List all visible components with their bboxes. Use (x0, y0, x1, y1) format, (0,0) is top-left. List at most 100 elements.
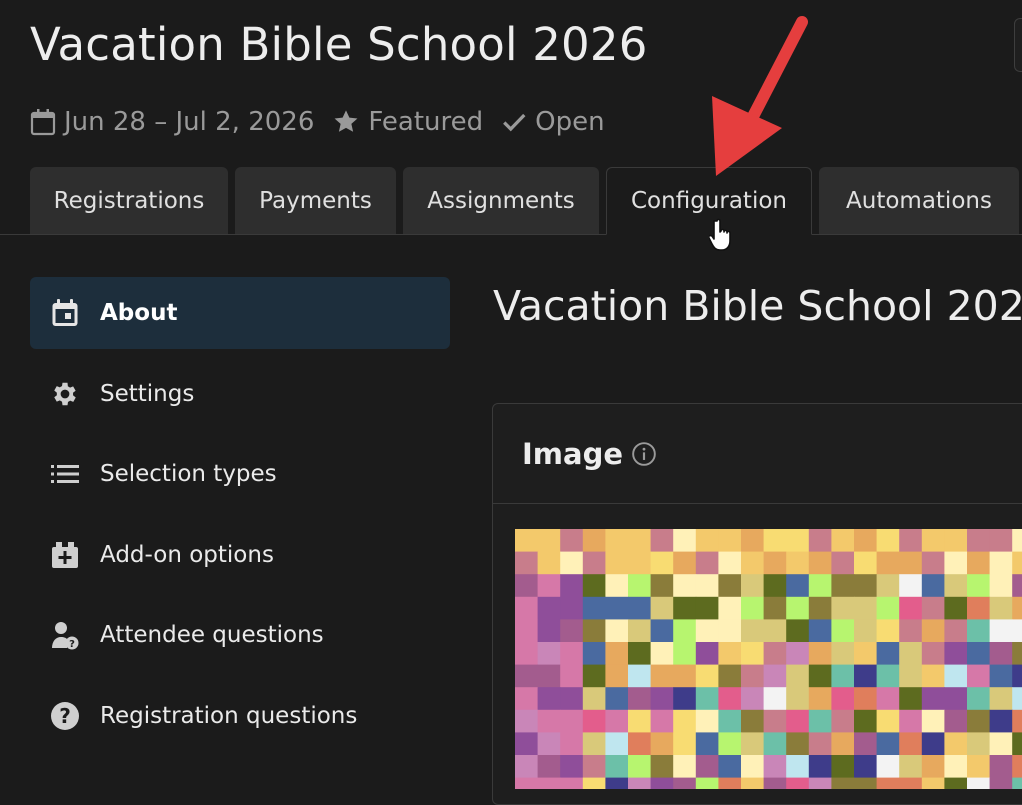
image-pixel (650, 709, 674, 733)
image-pixel (967, 596, 991, 620)
list-icon (50, 459, 80, 489)
image-pixel (786, 619, 810, 643)
image-pixel (628, 687, 652, 711)
image-pixel (876, 596, 900, 620)
image-pixel (673, 755, 697, 779)
image-pixel (967, 551, 991, 575)
image-pixel (944, 755, 968, 779)
sidebar-item-about[interactable]: About (30, 277, 450, 349)
image-pixel (899, 574, 923, 598)
image-pixel (605, 642, 629, 666)
event-title: Vacation Bible School 2026 (30, 18, 648, 71)
image-pixel (831, 529, 855, 553)
image-pixel (808, 619, 832, 643)
image-pixel (537, 529, 561, 553)
image-pixel (695, 664, 719, 688)
image-pixel (921, 596, 945, 620)
add-box-icon (50, 540, 80, 570)
image-pixel (582, 619, 606, 643)
tab-payments[interactable]: Payments (235, 167, 396, 234)
image-pixel (537, 574, 561, 598)
tab-automations[interactable]: Automations (819, 167, 1019, 234)
image-pixel (831, 777, 855, 789)
image-pixel (695, 642, 719, 666)
sidebar-item-settings[interactable]: Settings (30, 358, 450, 430)
image-pixel (582, 664, 606, 688)
image-pixel (718, 777, 742, 789)
image-pixel (989, 687, 1013, 711)
image-pixel (967, 664, 991, 688)
sidebar-item-label: About (100, 300, 178, 326)
image-pixel (582, 755, 606, 779)
image-pixel (650, 664, 674, 688)
image-pixel (628, 709, 652, 733)
image-pixel (763, 574, 787, 598)
sidebar-item-registration-questions[interactable]: ? Registration questions (30, 680, 450, 752)
image-pixel (537, 619, 561, 643)
image-pixel (854, 529, 878, 553)
image-pixel (515, 551, 539, 575)
image-pixel (560, 529, 584, 553)
image-pixel (650, 551, 674, 575)
image-pixel (808, 551, 832, 575)
image-pixel (786, 642, 810, 666)
image-card-title: Image (522, 436, 624, 471)
image-pixel (876, 709, 900, 733)
image-pixel (1012, 777, 1022, 789)
image-pixel (876, 551, 900, 575)
image-pixel (831, 732, 855, 756)
image-pixel (989, 642, 1013, 666)
image-pixel (944, 529, 968, 553)
image-pixel (921, 664, 945, 688)
image-pixel (515, 732, 539, 756)
image-pixel (560, 709, 584, 733)
image-pixel (673, 642, 697, 666)
image-pixel (854, 619, 878, 643)
image-pixel (831, 596, 855, 620)
image-pixel (763, 732, 787, 756)
tab-assignments[interactable]: Assignments (403, 167, 599, 234)
image-pixel (650, 755, 674, 779)
image-pixel (967, 709, 991, 733)
image-pixel (695, 777, 719, 789)
image-pixel (921, 574, 945, 598)
image-pixel (876, 687, 900, 711)
page-title: Vacation Bible School 2026 (493, 282, 1022, 330)
image-pixel (763, 755, 787, 779)
header-action-button[interactable] (1014, 18, 1022, 72)
image-pixel (695, 619, 719, 643)
image-pixel (560, 642, 584, 666)
image-pixel (605, 574, 629, 598)
image-pixel (537, 551, 561, 575)
event-image-preview[interactable] (515, 529, 1022, 789)
image-pixel (515, 619, 539, 643)
image-pixel (944, 709, 968, 733)
image-pixel (673, 619, 697, 643)
image-pixel (582, 596, 606, 620)
event-meta: Jun 28 – Jul 2, 2026 Featured Open (30, 100, 617, 144)
image-pixel (718, 642, 742, 666)
image-pixel (515, 709, 539, 733)
image-pixel (876, 642, 900, 666)
image-pixel (899, 529, 923, 553)
sidebar-item-label: Attendee questions (100, 622, 324, 648)
image-pixel (673, 551, 697, 575)
image-pixel (560, 619, 584, 643)
sidebar-item-add-on-options[interactable]: Add-on options (30, 519, 450, 591)
sidebar-item-attendee-questions[interactable]: ? Attendee questions (30, 599, 450, 671)
image-pixel (1012, 529, 1022, 553)
image-pixel (650, 574, 674, 598)
image-pixel (786, 596, 810, 620)
image-pixel (989, 551, 1013, 575)
image-pixel (876, 732, 900, 756)
image-pixel (718, 619, 742, 643)
image-pixel (854, 551, 878, 575)
sidebar-item-selection-types[interactable]: Selection types (30, 438, 450, 510)
image-pixel (628, 732, 652, 756)
info-icon[interactable] (631, 441, 657, 467)
image-pixel (808, 642, 832, 666)
image-pixel (763, 664, 787, 688)
image-pixel (786, 664, 810, 688)
tab-registrations[interactable]: Registrations (30, 167, 228, 234)
image-pixel (718, 574, 742, 598)
